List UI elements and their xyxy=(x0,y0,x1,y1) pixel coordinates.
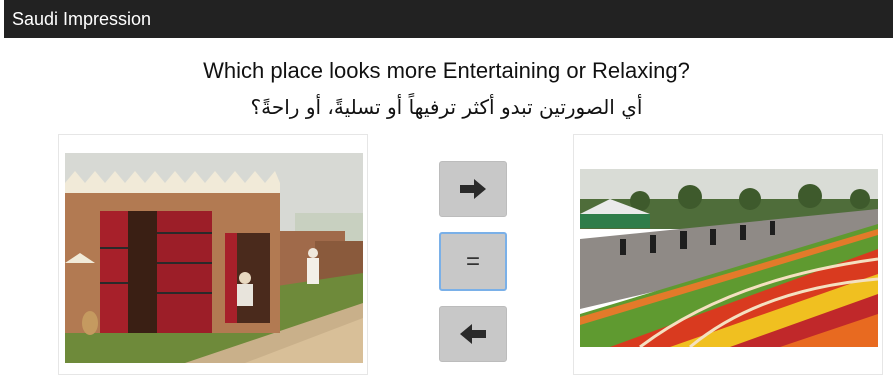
choose-left-button[interactable] xyxy=(439,306,507,362)
arrow-left-icon xyxy=(460,324,486,344)
arrow-right-icon xyxy=(460,179,486,199)
equal-button[interactable]: = xyxy=(439,232,507,291)
app-header: Saudi Impression xyxy=(4,0,893,38)
question-arabic: أي الصورتين تبدو أكثر ترفيهاً أو تسليةً،… xyxy=(250,95,643,119)
left-photo-option[interactable] xyxy=(58,134,368,375)
choose-right-button[interactable] xyxy=(439,161,507,217)
equal-label: = xyxy=(465,247,480,275)
left-photo-image xyxy=(65,153,363,363)
app-title: Saudi Impression xyxy=(12,9,152,29)
right-photo-option[interactable] xyxy=(573,134,883,375)
question-english: Which place looks more Entertaining or R… xyxy=(203,58,690,83)
right-photo-image xyxy=(580,169,878,347)
